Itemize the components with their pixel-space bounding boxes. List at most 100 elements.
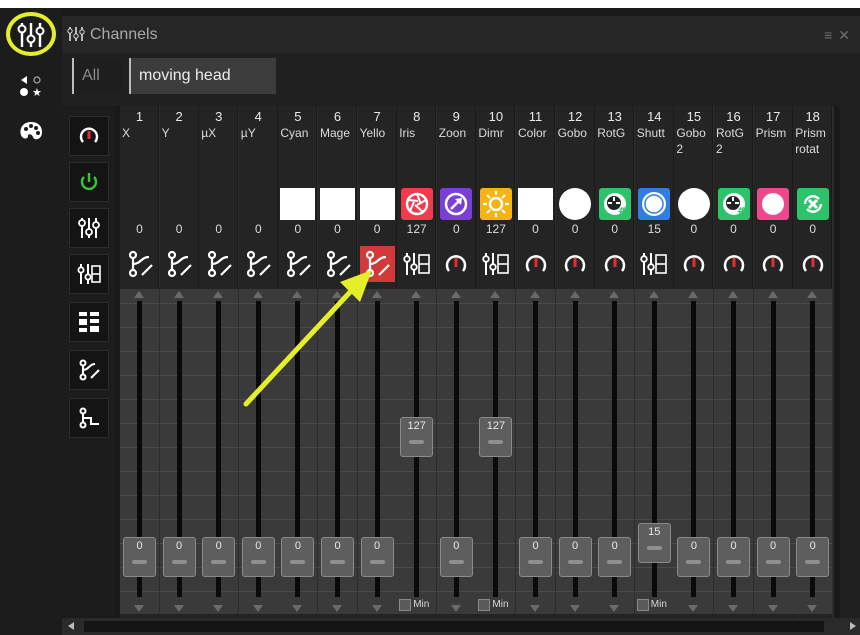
shutter-swatch-icon[interactable] <box>637 187 672 220</box>
fader-up-arrow[interactable] <box>609 291 620 298</box>
faders-mode-icon[interactable] <box>69 208 109 248</box>
empty-swatch[interactable] <box>241 187 276 220</box>
fader-handle[interactable]: 0 <box>360 537 394 577</box>
fader-track[interactable]: 0 <box>674 289 714 614</box>
fader-up-arrow[interactable] <box>490 291 501 298</box>
fader-track[interactable]: 0 <box>120 289 159 614</box>
fader-up-arrow[interactable] <box>134 291 144 298</box>
fader-track[interactable]: 0 <box>278 289 318 614</box>
empty-swatch[interactable] <box>122 187 157 220</box>
vertical-scrollbar[interactable] <box>840 106 860 618</box>
circle-swatch-icon[interactable] <box>558 187 593 220</box>
default-mode-icon[interactable] <box>478 246 513 282</box>
fader-up-arrow[interactable] <box>450 291 461 298</box>
fader-handle[interactable]: 0 <box>519 537 552 577</box>
fader-up-arrow[interactable] <box>292 291 303 298</box>
fader-handle[interactable]: 0 <box>281 537 315 577</box>
iris-swatch-icon[interactable] <box>399 187 434 220</box>
fader-handle[interactable]: 15 <box>637 523 671 563</box>
palette-icon[interactable] <box>11 116 51 148</box>
fader-track[interactable]: 0 <box>436 289 476 614</box>
dimmer-swatch-icon[interactable] <box>478 187 513 220</box>
white-swatch-icon[interactable] <box>518 187 553 220</box>
knob-mode-icon[interactable] <box>795 246 830 282</box>
fader-track[interactable]: 0 <box>199 289 239 614</box>
layout-grid-icon[interactable] <box>69 302 109 342</box>
fader-track[interactable]: 127 Min <box>397 289 437 614</box>
fader-track[interactable]: 0 <box>159 289 199 614</box>
fader-handle[interactable]: 0 <box>162 537 196 577</box>
fader-down-arrow[interactable] <box>173 605 184 612</box>
default-mode-icon[interactable] <box>637 246 672 282</box>
fader-track[interactable]: 127 Min <box>476 289 516 614</box>
fader-up-arrow[interactable] <box>807 291 818 298</box>
fader-up-arrow[interactable] <box>728 291 738 298</box>
fader-up-arrow[interactable] <box>173 291 184 298</box>
fader-up-arrow[interactable] <box>767 291 778 298</box>
fader-track[interactable]: 0 <box>595 289 635 614</box>
fader-handle[interactable]: 0 <box>677 537 711 577</box>
fader-up-arrow[interactable] <box>530 291 540 298</box>
fader-down-arrow[interactable] <box>807 605 818 612</box>
white-swatch-icon[interactable] <box>359 187 395 220</box>
scroll-right-arrow[interactable] <box>850 622 856 630</box>
fader-up-arrow[interactable] <box>411 291 422 298</box>
menu-icon[interactable]: ≡ <box>824 27 838 43</box>
fader-track[interactable]: 0 <box>238 289 278 614</box>
tab-moving-head[interactable]: moving head <box>129 58 276 94</box>
fader-handle[interactable]: 0 <box>202 537 236 577</box>
fader-up-arrow[interactable] <box>213 291 224 298</box>
curve-mode-icon[interactable] <box>122 246 157 282</box>
fader-track[interactable]: 0 <box>753 289 793 614</box>
knob-mode-icon[interactable] <box>518 246 553 282</box>
zoom-swatch-icon[interactable] <box>439 187 474 220</box>
fader-down-arrow[interactable] <box>609 605 620 612</box>
curve-mode-icon[interactable] <box>201 246 236 282</box>
fader-handle[interactable]: 0 <box>717 537 750 577</box>
fader-up-arrow[interactable] <box>648 291 659 298</box>
horizontal-scrollbar[interactable] <box>62 618 860 635</box>
fader-track[interactable]: 15 Min <box>634 289 674 614</box>
fader-handle[interactable]: 127 <box>479 417 513 457</box>
empty-swatch[interactable] <box>162 187 197 220</box>
fader-track[interactable]: 0 <box>714 289 753 614</box>
curve-mode-icon[interactable] <box>320 246 355 282</box>
knob-mode-icon[interactable] <box>597 246 632 282</box>
fader-down-arrow[interactable] <box>134 605 144 612</box>
knob-mode-icon[interactable] <box>558 246 593 282</box>
fader-down-arrow[interactable] <box>292 605 303 612</box>
fader-handle[interactable]: 0 <box>598 537 632 577</box>
fader-handle[interactable]: 0 <box>796 537 830 577</box>
fader-down-arrow[interactable] <box>728 605 738 612</box>
curve-mode-icon[interactable] <box>162 246 197 282</box>
branch-step-icon[interactable] <box>69 398 109 438</box>
close-icon[interactable]: ✕ <box>838 27 856 43</box>
fader-down-arrow[interactable] <box>688 605 699 612</box>
effects-icon[interactable]: ★ <box>11 70 51 100</box>
fader-up-arrow[interactable] <box>569 291 580 298</box>
min-checkbox[interactable] <box>399 599 412 611</box>
fader-down-arrow[interactable] <box>332 605 342 612</box>
white-swatch-icon[interactable] <box>280 187 316 220</box>
curve-mode-icon[interactable] <box>359 246 395 282</box>
fader-track[interactable]: 0 <box>357 289 397 614</box>
fader-track[interactable]: 0 <box>793 289 833 614</box>
default-mode-icon[interactable] <box>399 246 434 282</box>
fader-track[interactable]: 0 <box>516 289 555 614</box>
fader-track[interactable]: 0 <box>318 289 357 614</box>
fader-up-arrow[interactable] <box>688 291 699 298</box>
branch-curve-icon[interactable] <box>69 350 109 390</box>
fader-down-arrow[interactable] <box>767 605 778 612</box>
fader-handle[interactable]: 0 <box>321 537 354 577</box>
white-swatch-icon[interactable] <box>320 187 355 220</box>
fader-up-arrow[interactable] <box>371 291 382 298</box>
fader-down-arrow[interactable] <box>450 605 461 612</box>
curve-mode-icon[interactable] <box>241 246 276 282</box>
min-checkbox[interactable] <box>478 599 491 611</box>
fader-down-arrow[interactable] <box>530 605 540 612</box>
scrollbar-thumb[interactable] <box>84 621 824 632</box>
fader-handle[interactable]: 0 <box>756 537 790 577</box>
knob-mode-icon[interactable] <box>716 246 751 282</box>
scroll-left-arrow[interactable] <box>68 622 74 630</box>
fader-down-arrow[interactable] <box>252 605 263 612</box>
